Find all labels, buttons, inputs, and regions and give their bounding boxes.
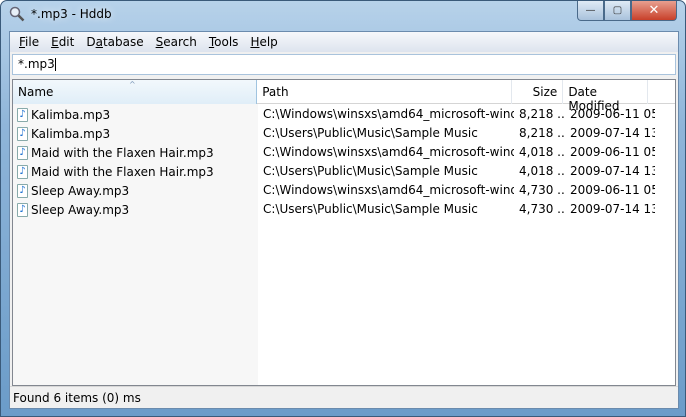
menu-search[interactable]: Search xyxy=(150,35,203,49)
menu-tools[interactable]: Tools xyxy=(203,35,245,49)
menu-edit[interactable]: Edit xyxy=(45,35,80,49)
cell-size: 4,018 ... xyxy=(519,164,565,178)
file-name: Kalimba.mp3 xyxy=(31,126,111,141)
menu-database[interactable]: Database xyxy=(80,35,149,49)
maximize-button[interactable]: ▢ xyxy=(604,1,631,21)
column-header-size[interactable]: Size xyxy=(512,80,564,104)
audio-file-icon: ♪ xyxy=(17,107,28,122)
column-name-label: Name xyxy=(18,85,54,99)
table-row[interactable]: ♪ Sleep Away.mp3 C:\Windows\winsxs\amd64_… xyxy=(13,181,675,200)
status-bar: Found 6 items (0) ms xyxy=(10,386,678,408)
cell-date: 2009-07-14 13:32 xyxy=(570,164,655,178)
table-row[interactable]: ♪ Maid with the Flaxen Hair.mp3 C:\Window… xyxy=(13,143,675,162)
menu-file[interactable]: File xyxy=(13,35,45,49)
cell-name: ♪ Kalimba.mp3 xyxy=(13,124,258,143)
cell-date: 2009-06-11 05:01 xyxy=(570,145,655,159)
audio-file-icon: ♪ xyxy=(17,164,28,179)
text-caret xyxy=(54,58,56,71)
cell-size: 4,730 ... xyxy=(519,202,565,216)
minimize-button[interactable]: — xyxy=(577,1,604,21)
column-size-label: Size xyxy=(532,85,558,99)
cell-name: ♪ Maid with the Flaxen Hair.mp3 xyxy=(13,143,258,162)
close-button[interactable]: ✕ xyxy=(631,1,677,21)
menu-help[interactable]: Help xyxy=(244,35,283,49)
cell-name: ♪ Sleep Away.mp3 xyxy=(13,181,258,200)
cell-path: C:\Users\Public\Music\Sample Music xyxy=(263,164,478,178)
cell-path: C:\Windows\winsxs\amd64_microsoft-wind..… xyxy=(263,107,514,121)
client-area: File Edit Database Search Tools Help *.mp3 ^ N… xyxy=(9,31,679,409)
audio-file-icon: ♪ xyxy=(17,202,28,217)
cell-path: C:\Users\Public\Music\Sample Music xyxy=(263,202,478,216)
app-window: *.mp3 - Hddb — ▢ ✕ File Edit Database Searc… xyxy=(0,0,686,417)
cell-path: C:\Windows\winsxs\amd64_microsoft-wind..… xyxy=(263,183,514,197)
column-header-date[interactable]: Date Modified xyxy=(563,80,649,113)
audio-file-icon: ♪ xyxy=(17,145,28,160)
cell-size: 4,018 ... xyxy=(519,145,565,159)
cell-date: 2009-06-11 05:01 xyxy=(570,107,655,121)
table-row[interactable]: ♪ Kalimba.mp3 C:\Users\Public\Music\Sampl… xyxy=(13,124,675,143)
search-value: *.mp3 xyxy=(18,57,55,71)
cell-name: ♪ Sleep Away.mp3 xyxy=(13,200,258,219)
cell-path: C:\Users\Public\Music\Sample Music xyxy=(263,126,478,140)
cell-size: 8,218 ... xyxy=(519,107,565,121)
column-header-name[interactable]: ^ Name xyxy=(13,80,258,104)
sort-ascending-icon: ^ xyxy=(129,80,136,89)
file-name: Kalimba.mp3 xyxy=(31,107,111,122)
search-icon xyxy=(9,6,25,22)
column-header-filler xyxy=(648,80,675,104)
file-name: Maid with the Flaxen Hair.mp3 xyxy=(31,145,214,160)
table-row[interactable]: ♪ Sleep Away.mp3 C:\Users\Public\Music\Sa… xyxy=(13,200,675,219)
cell-name: ♪ Kalimba.mp3 xyxy=(13,105,258,124)
cell-name: ♪ Maid with the Flaxen Hair.mp3 xyxy=(13,162,258,181)
cell-date: 2009-06-11 05:01 xyxy=(570,183,655,197)
cell-size: 8,218 ... xyxy=(519,126,565,140)
audio-file-icon: ♪ xyxy=(17,126,28,141)
column-header-path[interactable]: Path xyxy=(257,80,513,104)
file-name: Sleep Away.mp3 xyxy=(31,183,130,198)
results-table: ^ Name Path Size Date Modified ♪ Kalimba.m… xyxy=(12,79,676,386)
cell-date: 2009-07-14 13:32 xyxy=(570,126,655,140)
audio-file-icon: ♪ xyxy=(17,183,28,198)
column-path-label: Path xyxy=(262,85,289,99)
table-row[interactable]: ♪ Kalimba.mp3 C:\Windows\winsxs\amd64_mic… xyxy=(13,105,675,124)
table-header: ^ Name Path Size Date Modified xyxy=(13,80,675,113)
menu-bar: File Edit Database Search Tools Help xyxy=(10,32,678,52)
window-title: *.mp3 - Hddb xyxy=(31,7,112,21)
search-input[interactable]: *.mp3 xyxy=(12,54,676,75)
cell-date: 2009-07-14 13:32 xyxy=(570,202,655,216)
file-name: Maid with the Flaxen Hair.mp3 xyxy=(31,164,214,179)
table-row[interactable]: ♪ Maid with the Flaxen Hair.mp3 C:\Users\… xyxy=(13,162,675,181)
cell-size: 4,730 ... xyxy=(519,183,565,197)
file-name: Sleep Away.mp3 xyxy=(31,202,130,217)
cell-path: C:\Windows\winsxs\amd64_microsoft-wind..… xyxy=(263,145,514,159)
